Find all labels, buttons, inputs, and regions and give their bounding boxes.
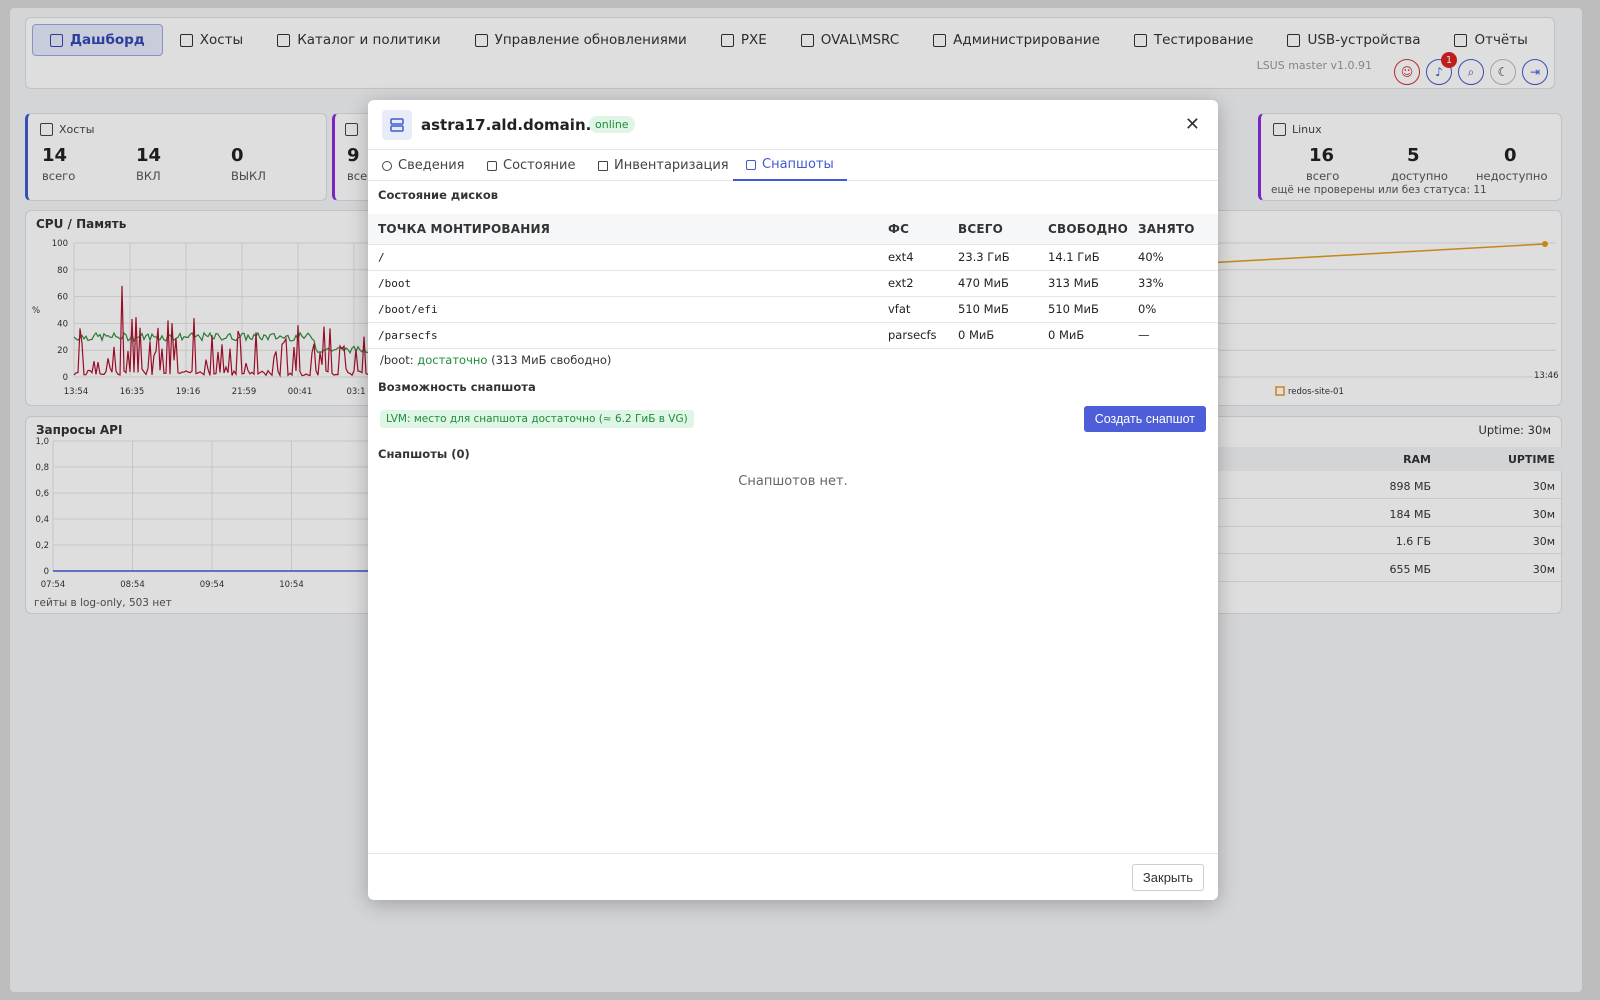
total-cell: 23.3 ГиБ — [958, 244, 1048, 271]
boot-status: достаточно — [417, 353, 488, 367]
fs-cell: ext4 — [888, 244, 958, 271]
pulse-icon — [487, 160, 497, 171]
mount-cell: /boot — [368, 270, 888, 297]
free-cell: 14.1 ГиБ — [1048, 244, 1138, 271]
free-column-header: СВОБОДНО — [1048, 214, 1138, 245]
empty-snapshots-message: Снапшотов нет. — [738, 474, 848, 489]
tab-label: Инвентаризация — [614, 158, 729, 173]
table-row: /boot/efi vfat 510 МиБ 510 МиБ 0% — [368, 296, 1218, 323]
mount-cell: /parsecfs — [368, 322, 888, 349]
tab-info[interactable]: Сведения — [382, 150, 465, 181]
used-column-header: ЗАНЯТО — [1138, 214, 1218, 245]
info-icon — [382, 160, 392, 171]
camera-icon — [746, 159, 756, 170]
mount-cell: / — [368, 244, 888, 271]
free-cell: 313 МиБ — [1048, 270, 1138, 297]
fs-cell: vfat — [888, 296, 958, 323]
snapshot-capability-title: Возможность снапшота — [378, 380, 536, 394]
modal-footer: Закрыть — [368, 853, 1218, 900]
table-row: /boot ext2 470 МиБ 313 МиБ 33% — [368, 270, 1218, 297]
free-cell: 510 МиБ — [1048, 296, 1138, 323]
modal-header: astra17.ald.domain.loc online ✕ — [368, 100, 1218, 150]
snapshots-title: Снапшоты (0) — [378, 447, 470, 461]
disk-section-title: Состояние дисков — [378, 188, 499, 202]
lvm-status-badge: LVM: место для снапшота достаточно (≈ 6.… — [380, 410, 694, 428]
total-column-header: ВСЕГО — [958, 214, 1048, 245]
modal-tabs: Сведения Состояние Инвентаризация Снапшо… — [368, 150, 1218, 181]
mount-column-header: ТОЧКА МОНТИРОВАНИЯ — [368, 214, 888, 245]
boot-detail: (313 МиБ свободно) — [491, 353, 612, 367]
total-cell: 0 МиБ — [958, 322, 1048, 349]
tab-label: Сведения — [398, 158, 465, 173]
fs-cell: parsecfs — [888, 322, 958, 349]
table-row: / ext4 23.3 ГиБ 14.1 ГиБ 40% — [368, 244, 1218, 271]
mount-cell: /boot/efi — [368, 296, 888, 323]
used-cell: 0% — [1138, 296, 1218, 323]
tab-label: Состояние — [503, 158, 576, 173]
total-cell: 470 МиБ — [958, 270, 1048, 297]
table-row: /parsecfs parsecfs 0 МиБ 0 МиБ — — [368, 322, 1218, 349]
tab-label: Снапшоты — [762, 157, 834, 172]
used-cell: 33% — [1138, 270, 1218, 297]
fs-column-header: ФС — [888, 214, 958, 245]
modal-title: astra17.ald.domain.loc — [421, 116, 616, 134]
tab-snapshots[interactable]: Снапшоты — [733, 150, 847, 181]
total-cell: 510 МиБ — [958, 296, 1048, 323]
boot-prefix: /boot: — [380, 353, 414, 367]
disk-table: ТОЧКА МОНТИРОВАНИЯ ФС ВСЕГО СВОБОДНО ЗАН… — [368, 214, 1218, 349]
status-badge: online — [589, 116, 635, 133]
tab-state[interactable]: Состояние — [487, 150, 575, 181]
close-icon[interactable]: ✕ — [1185, 114, 1200, 135]
create-snapshot-button[interactable]: Создать снапшот — [1083, 406, 1206, 432]
fs-cell: ext2 — [888, 270, 958, 297]
free-cell: 0 МиБ — [1048, 322, 1138, 349]
tab-inventory[interactable]: Инвентаризация — [598, 150, 729, 181]
server-icon — [382, 110, 412, 140]
boot-space-note: /boot: достаточно (313 МиБ свободно) — [380, 353, 611, 367]
used-cell: 40% — [1138, 244, 1218, 271]
archive-icon — [598, 160, 608, 171]
host-details-modal: astra17.ald.domain.loc online ✕ Сведения… — [368, 100, 1218, 900]
disk-table-header: ТОЧКА МОНТИРОВАНИЯ ФС ВСЕГО СВОБОДНО ЗАН… — [368, 214, 1218, 245]
used-cell: — — [1138, 322, 1218, 349]
close-button[interactable]: Закрыть — [1131, 864, 1204, 891]
